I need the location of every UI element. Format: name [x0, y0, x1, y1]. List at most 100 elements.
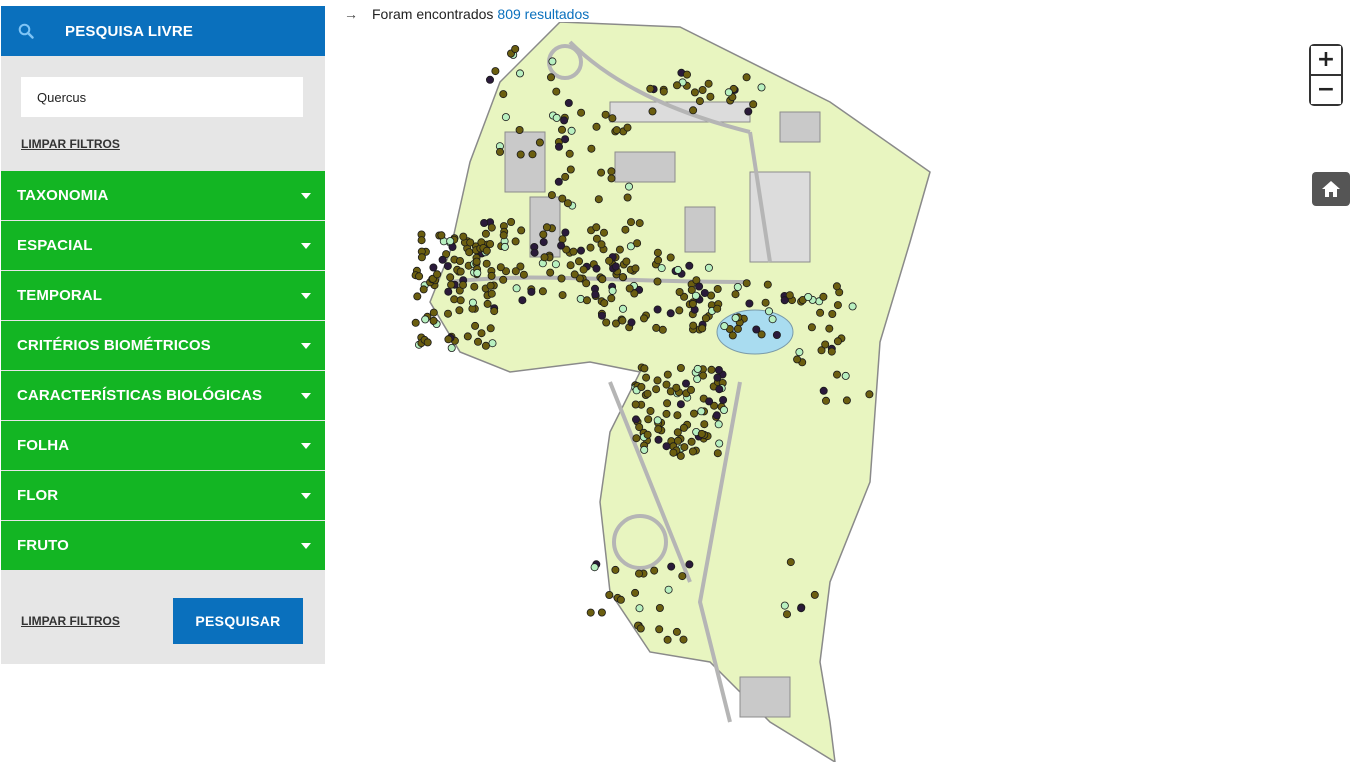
tree-marker[interactable] [797, 604, 806, 613]
tree-marker[interactable] [612, 126, 621, 135]
tree-marker[interactable] [643, 389, 652, 398]
tree-marker[interactable] [663, 635, 672, 644]
tree-marker[interactable] [500, 242, 509, 251]
tree-marker[interactable] [535, 138, 544, 147]
tree-marker[interactable] [419, 285, 428, 294]
tree-marker[interactable] [621, 225, 630, 234]
tree-marker[interactable] [689, 321, 698, 330]
tree-marker[interactable] [429, 263, 438, 272]
zoom-out-button[interactable]: − [1311, 76, 1341, 104]
tree-marker[interactable] [519, 270, 528, 279]
tree-marker[interactable] [714, 365, 723, 374]
tree-marker[interactable] [563, 199, 572, 208]
tree-marker[interactable] [782, 610, 791, 619]
tree-marker[interactable] [821, 340, 830, 349]
tree-marker[interactable] [591, 290, 600, 299]
tree-marker[interactable] [597, 168, 606, 177]
tree-marker[interactable] [616, 595, 625, 604]
tree-marker[interactable] [415, 272, 424, 281]
tree-marker[interactable] [552, 113, 561, 122]
tree-marker[interactable] [499, 275, 508, 284]
tree-marker[interactable] [496, 147, 505, 156]
tree-marker[interactable] [673, 265, 682, 274]
tree-marker[interactable] [763, 280, 772, 289]
tree-marker[interactable] [472, 257, 481, 266]
tree-marker[interactable] [655, 604, 664, 613]
tree-marker[interactable] [447, 280, 456, 289]
tree-marker[interactable] [653, 376, 662, 385]
tree-marker[interactable] [592, 122, 601, 131]
tree-marker[interactable] [631, 264, 640, 273]
tree-marker[interactable] [546, 268, 555, 277]
tree-marker[interactable] [618, 304, 627, 313]
tree-marker[interactable] [764, 307, 773, 316]
tree-marker[interactable] [678, 572, 687, 581]
tree-marker[interactable] [697, 429, 706, 438]
tree-marker[interactable] [733, 282, 742, 291]
tree-marker[interactable] [486, 75, 495, 84]
tree-marker[interactable] [496, 263, 505, 272]
tree-marker[interactable] [429, 316, 438, 325]
tree-marker[interactable] [827, 347, 836, 356]
tree-marker[interactable] [682, 70, 691, 79]
tree-marker[interactable] [644, 415, 653, 424]
tree-marker[interactable] [421, 315, 430, 324]
tree-marker[interactable] [618, 273, 627, 282]
tree-marker[interactable] [582, 279, 591, 288]
tree-marker[interactable] [488, 339, 497, 348]
tree-marker[interactable] [456, 256, 465, 265]
tree-marker[interactable] [707, 365, 716, 374]
tree-marker[interactable] [659, 87, 668, 96]
tree-marker[interactable] [720, 322, 729, 331]
clear-filters-link-bottom[interactable]: LIMPAR FILTROS [21, 614, 120, 628]
tree-marker[interactable] [466, 238, 475, 247]
tree-marker[interactable] [780, 296, 789, 305]
filter-flor[interactable]: FLOR [1, 471, 325, 521]
tree-marker[interactable] [675, 306, 684, 315]
tree-marker[interactable] [786, 558, 795, 567]
tree-marker[interactable] [625, 284, 634, 293]
filter-temporal[interactable]: TEMPORAL [1, 271, 325, 321]
results-count[interactable]: 809 resultados [497, 6, 589, 22]
tree-marker[interactable] [636, 624, 645, 633]
tree-marker[interactable] [473, 268, 482, 277]
tree-marker[interactable] [685, 261, 694, 270]
tree-marker[interactable] [658, 325, 667, 334]
tree-marker[interactable] [557, 241, 566, 250]
tree-marker[interactable] [607, 167, 616, 176]
tree-marker[interactable] [417, 253, 426, 262]
tree-marker[interactable] [679, 635, 688, 644]
free-search-header[interactable]: PESQUISA LIVRE [1, 6, 325, 56]
tree-marker[interactable] [600, 299, 609, 308]
tree-marker[interactable] [646, 406, 655, 415]
tree-marker[interactable] [654, 256, 663, 265]
tree-marker[interactable] [601, 110, 610, 119]
tree-marker[interactable] [693, 364, 702, 373]
tree-marker[interactable] [486, 324, 495, 333]
tree-marker[interactable] [450, 295, 459, 304]
tree-marker[interactable] [653, 305, 662, 314]
tree-marker[interactable] [574, 257, 583, 266]
tree-marker[interactable] [704, 263, 713, 272]
tree-marker[interactable] [832, 282, 841, 291]
tree-marker[interactable] [714, 420, 723, 429]
tree-marker[interactable] [567, 126, 576, 135]
tree-marker[interactable] [411, 318, 420, 327]
tree-marker[interactable] [597, 311, 606, 320]
tree-marker[interactable] [592, 223, 601, 232]
tree-marker[interactable] [631, 588, 640, 597]
tree-marker[interactable] [768, 315, 777, 324]
tree-marker[interactable] [482, 259, 491, 268]
tree-marker[interactable] [749, 100, 758, 109]
tree-marker[interactable] [639, 314, 648, 323]
tree-marker[interactable] [586, 243, 595, 252]
tree-marker[interactable] [642, 373, 651, 382]
tree-marker[interactable] [511, 44, 520, 53]
tree-marker[interactable] [654, 425, 663, 434]
tree-marker[interactable] [657, 264, 666, 273]
tree-marker[interactable] [443, 262, 452, 271]
tree-marker[interactable] [561, 172, 570, 181]
tree-marker[interactable] [664, 585, 673, 594]
tree-marker[interactable] [679, 423, 688, 432]
tree-marker[interactable] [804, 292, 813, 301]
